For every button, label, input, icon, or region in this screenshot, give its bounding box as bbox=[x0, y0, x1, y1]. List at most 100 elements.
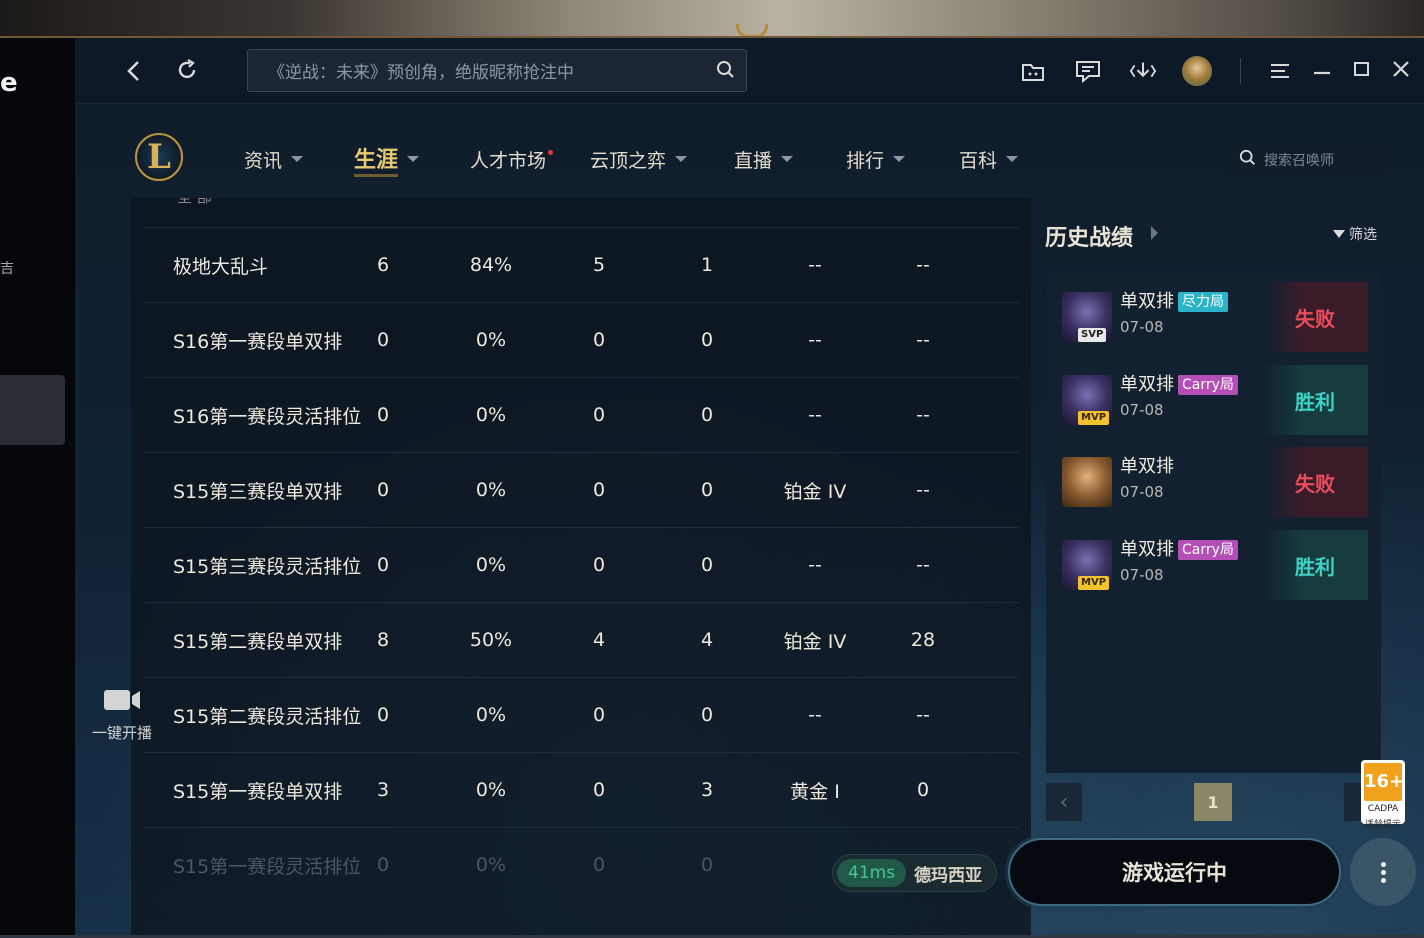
video-camera-icon bbox=[102, 688, 142, 714]
losses-count: 0 bbox=[700, 479, 714, 501]
stream-label: 一键开播 bbox=[91, 724, 152, 742]
table-row[interactable]: S15第二赛段单双排 8 50% 4 4 铂金 IV 28 bbox=[143, 602, 1019, 677]
table-row[interactable]: S15第三赛段单双排 0 0% 0 0 铂金 IV -- bbox=[143, 452, 1019, 527]
back-icon[interactable] bbox=[119, 57, 147, 85]
server-status[interactable]: 41ms 德玛西亚 bbox=[832, 854, 997, 892]
nav-talent-market[interactable]: 人才市场 bbox=[470, 144, 554, 174]
match-date: 07-08 bbox=[1120, 566, 1164, 584]
filter-icon bbox=[1333, 230, 1345, 238]
chat-icon[interactable] bbox=[1074, 57, 1102, 85]
games-count: 6 bbox=[376, 254, 390, 276]
wins-count: 0 bbox=[592, 704, 606, 726]
mvp-badge: MVP bbox=[1078, 411, 1110, 425]
tier: 铂金 IV bbox=[783, 630, 847, 653]
svp-badge: SVP bbox=[1078, 328, 1107, 342]
minimize-icon[interactable] bbox=[1308, 57, 1336, 85]
nav-label: 直播 bbox=[734, 149, 773, 172]
close-icon[interactable] bbox=[1387, 55, 1415, 83]
mvp-badge: MVP bbox=[1078, 576, 1110, 590]
win-rate: 50% bbox=[469, 629, 513, 651]
search-icon bbox=[1239, 149, 1257, 171]
nav-live[interactable]: 直播 bbox=[734, 144, 794, 174]
nav-wiki[interactable]: 百科 bbox=[959, 144, 1019, 174]
sidebar-text-fragment: e bbox=[0, 68, 18, 98]
chevron-down-icon bbox=[675, 156, 688, 162]
box-icon[interactable] bbox=[1019, 57, 1047, 85]
champion-portrait bbox=[1062, 457, 1112, 507]
filter-label: 筛选 bbox=[1349, 227, 1377, 243]
chevron-down-icon bbox=[291, 156, 304, 162]
game-running-button[interactable]: 游戏运行中 bbox=[1008, 838, 1341, 906]
nav-label: 生涯 bbox=[354, 142, 399, 177]
games-count: 0 bbox=[376, 704, 390, 726]
match-mode: 单双排 bbox=[1120, 456, 1174, 477]
one-click-stream-button[interactable]: 一键开播 bbox=[87, 688, 157, 743]
main-nav: L 资讯 生涯 人才市场 云顶之弈 直播 排行 百科 搜索召唤师 bbox=[75, 104, 1424, 198]
game-client: 《逆战：未来》预创角，绝版昵称抢注中 L 资讯 生涯 人才市场 云顶之弈 直播 … bbox=[75, 38, 1424, 938]
losses-count: 1 bbox=[700, 254, 714, 276]
search-icon[interactable] bbox=[716, 60, 736, 85]
nav-career[interactable]: 生涯 bbox=[354, 142, 420, 177]
match-mode: 单双排 bbox=[1120, 374, 1174, 395]
nav-label: 排行 bbox=[846, 149, 885, 172]
match-item[interactable]: SVP 单双排 尽力局 07-08 失败 bbox=[1062, 282, 1368, 352]
chevron-right-icon[interactable] bbox=[1151, 226, 1158, 240]
match-date: 07-08 bbox=[1120, 318, 1164, 336]
user-avatar[interactable] bbox=[1182, 56, 1212, 86]
table-row[interactable]: S15第三赛段灵活排位 0 0% 0 0 -- -- bbox=[143, 527, 1019, 602]
queue-name: S15第二赛段灵活排位 bbox=[173, 705, 362, 728]
sidebar-selected-item[interactable] bbox=[0, 375, 65, 445]
more-options-button[interactable] bbox=[1350, 838, 1416, 906]
nav-label: 资讯 bbox=[244, 149, 283, 172]
nav-tft[interactable]: 云顶之弈 bbox=[590, 144, 688, 174]
queue-name: S15第一赛段灵活排位 bbox=[173, 855, 362, 878]
losses-count: 0 bbox=[700, 704, 714, 726]
table-row[interactable]: S16第一赛段灵活排位 0 0% 0 0 -- -- bbox=[143, 377, 1019, 452]
table-row[interactable]: S15第二赛段灵活排位 0 0% 0 0 -- -- bbox=[143, 677, 1019, 752]
match-tag: Carry局 bbox=[1178, 375, 1238, 395]
tier: 铂金 IV bbox=[783, 480, 847, 503]
win-rate: 0% bbox=[475, 329, 507, 351]
age-rating-sub: CADPA bbox=[1367, 804, 1399, 814]
nav-label: 百科 bbox=[959, 149, 998, 172]
age-rating-badge[interactable]: 16+ CADPA 适龄提示 bbox=[1361, 760, 1405, 830]
queue-name: S15第一赛段单双排 bbox=[173, 780, 343, 803]
sidebar-mark-fragment: 吉 bbox=[0, 261, 14, 277]
table-row[interactable]: 极地大乱斗 6 84% 5 1 -- -- bbox=[143, 227, 1019, 302]
match-item[interactable]: 单双排 07-08 失败 bbox=[1062, 447, 1368, 517]
download-icon[interactable] bbox=[1129, 57, 1157, 85]
menu-icon[interactable] bbox=[1266, 57, 1294, 85]
league-points: -- bbox=[916, 254, 930, 276]
league-points: -- bbox=[916, 479, 930, 501]
match-list: SVP 单双排 尽力局 07-08 失败 MVP 单双排 Carry局 07-0… bbox=[1046, 268, 1381, 773]
history-title[interactable]: 历史战绩 bbox=[1045, 220, 1133, 252]
maximize-icon[interactable] bbox=[1348, 55, 1376, 83]
games-count: 8 bbox=[376, 629, 390, 651]
table-row[interactable]: S16第一赛段单双排 0 0% 0 0 -- -- bbox=[143, 302, 1019, 377]
filter-button[interactable]: 筛选 bbox=[1333, 224, 1377, 244]
ping-value: 41ms bbox=[837, 859, 907, 887]
refresh-icon[interactable] bbox=[173, 56, 201, 84]
top-search-input[interactable]: 《逆战：未来》预创角，绝版昵称抢注中 bbox=[247, 49, 747, 92]
nav-ranking[interactable]: 排行 bbox=[846, 144, 906, 174]
queue-name: S15第二赛段单双排 bbox=[173, 630, 343, 653]
queue-name: S16第一赛段单双排 bbox=[173, 330, 343, 353]
losses-count: 0 bbox=[700, 554, 714, 576]
table-row[interactable]: S15第一赛段单双排 3 0% 0 3 黄金 I 0 bbox=[143, 752, 1019, 827]
win-rate: 0% bbox=[475, 554, 507, 576]
chevron-down-icon bbox=[781, 156, 794, 162]
page-number-button[interactable]: 1 bbox=[1194, 783, 1232, 821]
prev-page-button[interactable]: ‹ bbox=[1046, 783, 1082, 821]
match-item[interactable]: MVP 单双排 Carry局 07-08 胜利 bbox=[1062, 530, 1368, 600]
chevron-down-icon bbox=[893, 156, 906, 162]
games-count: 0 bbox=[376, 554, 390, 576]
lol-logo[interactable]: L bbox=[135, 133, 183, 181]
win-rate: 0% bbox=[475, 704, 507, 726]
match-item[interactable]: MVP 单双排 Carry局 07-08 胜利 bbox=[1062, 365, 1368, 435]
nav-news[interactable]: 资讯 bbox=[244, 144, 304, 174]
summoner-search-input[interactable]: 搜索召唤师 bbox=[1223, 143, 1386, 177]
match-result: 胜利 bbox=[1262, 530, 1368, 600]
age-rating-label: 适龄提示 bbox=[1364, 820, 1401, 830]
losses-count: 0 bbox=[700, 329, 714, 351]
wins-count: 5 bbox=[592, 254, 606, 276]
